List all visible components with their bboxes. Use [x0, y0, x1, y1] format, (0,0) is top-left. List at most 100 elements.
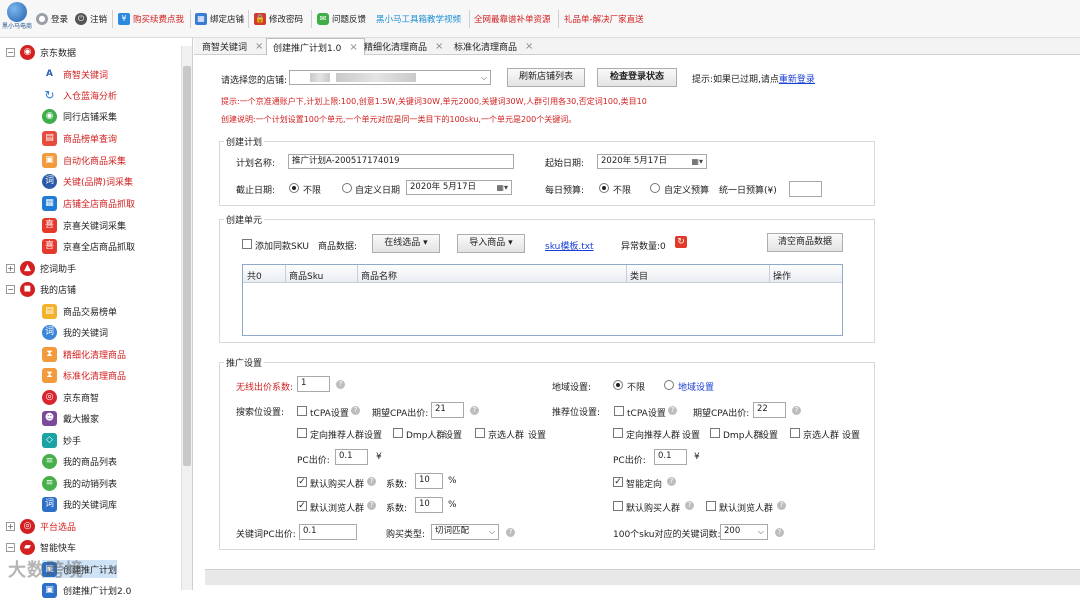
sidebar-item-create-plan-2[interactable]: ▣ 创建推广计划2.0 [42, 581, 131, 599]
feedback-button[interactable]: ✉ 问题反馈 [317, 12, 366, 26]
search-cpa-input[interactable]: 21 [431, 402, 464, 418]
budget-custom-radio[interactable] [650, 183, 660, 193]
start-date-picker[interactable]: 2020年 5月17日 ▦▾ [597, 154, 707, 169]
refresh-icon[interactable]: ↻ [675, 236, 687, 248]
logout-button[interactable]: ⏻ 注销 [75, 12, 107, 26]
search-directional-setting[interactable]: 设置 [364, 428, 382, 441]
tree-group-smart-express[interactable]: − ▰ 智能快车 [6, 538, 76, 556]
recommend-directional-setting[interactable]: 设置 [682, 428, 700, 441]
tree-group-platform-select[interactable]: + ◎ 平台选品 [6, 517, 76, 535]
recommend-cpa-input[interactable]: 22 [753, 402, 786, 418]
sidebar-item-jd-shangzhi[interactable]: ◎ 京东商智 [42, 388, 99, 406]
scrollbar-thumb[interactable] [183, 66, 191, 466]
sidebar-item-keyword-lib[interactable]: 词我的关键词库 [42, 495, 117, 513]
gift-order-link[interactable]: 礼品单-解决厂家直送 [564, 12, 644, 26]
bind-store-button[interactable]: ▦ 绑定店铺 [195, 12, 244, 26]
store-select[interactable]: ⌵ [289, 70, 491, 85]
tutorial-video-link[interactable]: 黑小马工具箱教学视频 [376, 12, 461, 26]
change-password-button[interactable]: 🔒 修改密码 [254, 12, 303, 26]
recommend-jd-crowd-checkbox[interactable] [790, 428, 800, 438]
collapse-icon[interactable]: − [6, 47, 15, 57]
collapse-icon[interactable]: − [6, 284, 15, 294]
sidebar-item-jx-keyword[interactable]: 喜京喜关键词采集 [42, 216, 126, 234]
tab-std-clean[interactable]: 标准化清理商品 × [448, 38, 539, 55]
help-icon[interactable]: ? [668, 406, 677, 415]
import-product-button[interactable]: 导入商品 ▾ [457, 234, 525, 253]
sidebar-item-sales-list[interactable]: ≡ 我的动销列表 [42, 474, 117, 492]
search-jd-crowd-checkbox[interactable] [475, 428, 485, 438]
table-header-category[interactable]: 类目 [630, 269, 648, 282]
sidebar-item-product-list[interactable]: ≡ 我的商品列表 [42, 452, 117, 470]
tab-fine-clean[interactable]: 精细化清理商品 × [358, 38, 449, 55]
search-pc-bid-input[interactable]: 0.1 [335, 449, 368, 465]
region-custom-radio[interactable] [664, 380, 674, 390]
help-icon[interactable]: ? [775, 528, 784, 537]
unified-budget-input[interactable] [789, 181, 822, 197]
help-icon[interactable]: ? [336, 380, 345, 389]
help-icon[interactable]: ? [367, 477, 376, 486]
sidebar-item-store-scrape[interactable]: ▦ 店铺全店商品抓取 [42, 194, 135, 212]
help-icon[interactable]: ? [506, 528, 515, 537]
collapse-icon[interactable]: − [6, 542, 15, 552]
login-button[interactable]: ● 登录 [36, 12, 68, 26]
recommend-tcpa-checkbox[interactable] [614, 406, 624, 416]
plan-name-input[interactable]: 推广计划A-200517174019 [288, 154, 514, 169]
sidebar-item-dai-move[interactable]: ☻ 戴大搬家 [42, 409, 99, 427]
sidebar-item-auto-collect[interactable]: ▣ 自动化商品采集 [42, 151, 126, 169]
close-icon[interactable]: × [435, 41, 443, 52]
recommend-pc-bid-input[interactable]: 0.1 [654, 449, 687, 465]
close-icon[interactable]: × [255, 41, 263, 52]
search-default-buy-checkbox[interactable]: ✓ [297, 477, 307, 487]
help-icon[interactable]: ? [685, 501, 694, 510]
help-icon[interactable]: ? [792, 406, 801, 415]
table-header-name[interactable]: 商品名称 [361, 269, 397, 282]
tab-create-plan[interactable]: 创建推广计划1.0 × [266, 38, 365, 55]
sidebar-item-ranking[interactable]: ▤ 商品榜单查询 [42, 129, 117, 147]
search-jd-crowd-setting[interactable]: 设置 [528, 428, 546, 441]
budget-unlimited-radio[interactable] [599, 183, 609, 193]
tree-group-my-store[interactable]: − ◼ 我的店铺 [6, 280, 76, 298]
keyword-pc-input[interactable]: 0.1 [299, 524, 357, 540]
recommend-dmp-setting[interactable]: 设置 [760, 428, 778, 441]
tree-group-word-helper[interactable]: + ▲ 挖词助手 [6, 259, 76, 277]
sidebar-item-jx-store[interactable]: 喜京喜全店商品抓取 [42, 237, 135, 255]
table-header-sku[interactable]: 商品Sku [289, 269, 323, 282]
recommend-dmp-checkbox[interactable] [710, 428, 720, 438]
relogin-link[interactable]: 重新登录 [779, 75, 815, 85]
help-icon[interactable]: ? [367, 501, 376, 510]
end-custom-radio[interactable] [342, 183, 352, 193]
buy-type-select[interactable]: 切词匹配 ⌵ [431, 524, 499, 540]
recommend-jd-crowd-setting[interactable]: 设置 [842, 428, 860, 441]
renew-button[interactable]: ¥ 购买续费点我 [118, 12, 184, 26]
help-icon[interactable]: ? [470, 406, 479, 415]
help-icon[interactable]: ? [777, 501, 786, 510]
check-login-button[interactable]: 检查登录状态 [597, 68, 677, 87]
online-select-button[interactable]: 在线选品 ▾ [372, 234, 440, 253]
close-icon[interactable]: × [349, 42, 357, 53]
region-settings-link[interactable]: 地域设置 [678, 380, 714, 393]
refresh-store-button[interactable]: 刷新店铺列表 [507, 68, 585, 87]
sidebar-item-miaoshou[interactable]: ◇ 妙手 [42, 431, 81, 449]
wireless-coef-input[interactable]: 1 [297, 376, 330, 392]
end-unlimited-radio[interactable] [289, 183, 299, 193]
sidebar-item-brand-keyword[interactable]: 词关键(品牌)词采集 [42, 172, 133, 190]
sidebar-item-fine-clean[interactable]: ⧗ 精细化清理商品 [42, 345, 126, 363]
close-icon[interactable]: × [525, 41, 533, 52]
sidebar-item-trade-rank[interactable]: ▤ 商品交易榜单 [42, 302, 117, 320]
help-icon[interactable]: ? [351, 406, 360, 415]
search-directional-checkbox[interactable] [297, 428, 307, 438]
add-same-sku-checkbox[interactable] [242, 239, 252, 249]
recommend-default-browse-checkbox[interactable] [706, 501, 716, 511]
tree-group-jd-data[interactable]: − ◉ 京东数据 [6, 43, 76, 61]
sidebar-item-keyword[interactable]: A 商智关键词 [42, 65, 108, 83]
keyword-count-select[interactable]: 200 ⌵ [720, 524, 768, 540]
recommend-default-buy-checkbox[interactable] [613, 501, 623, 511]
sidebar-item-my-keyword[interactable]: 词我的关键词 [42, 323, 108, 341]
sidebar-item-bluesea[interactable]: ↻ 入仓蓝海分析 [42, 86, 117, 104]
buy-coef-input[interactable]: 10 [415, 473, 443, 489]
search-default-browse-checkbox[interactable]: ✓ [297, 501, 307, 511]
sidebar-item-std-clean[interactable]: ⧗ 标准化清理商品 [42, 366, 126, 384]
expand-icon[interactable]: + [6, 521, 15, 531]
help-icon[interactable]: ? [667, 477, 676, 486]
sidebar-item-peer-store[interactable]: ◉ 同行店铺采集 [42, 107, 117, 125]
